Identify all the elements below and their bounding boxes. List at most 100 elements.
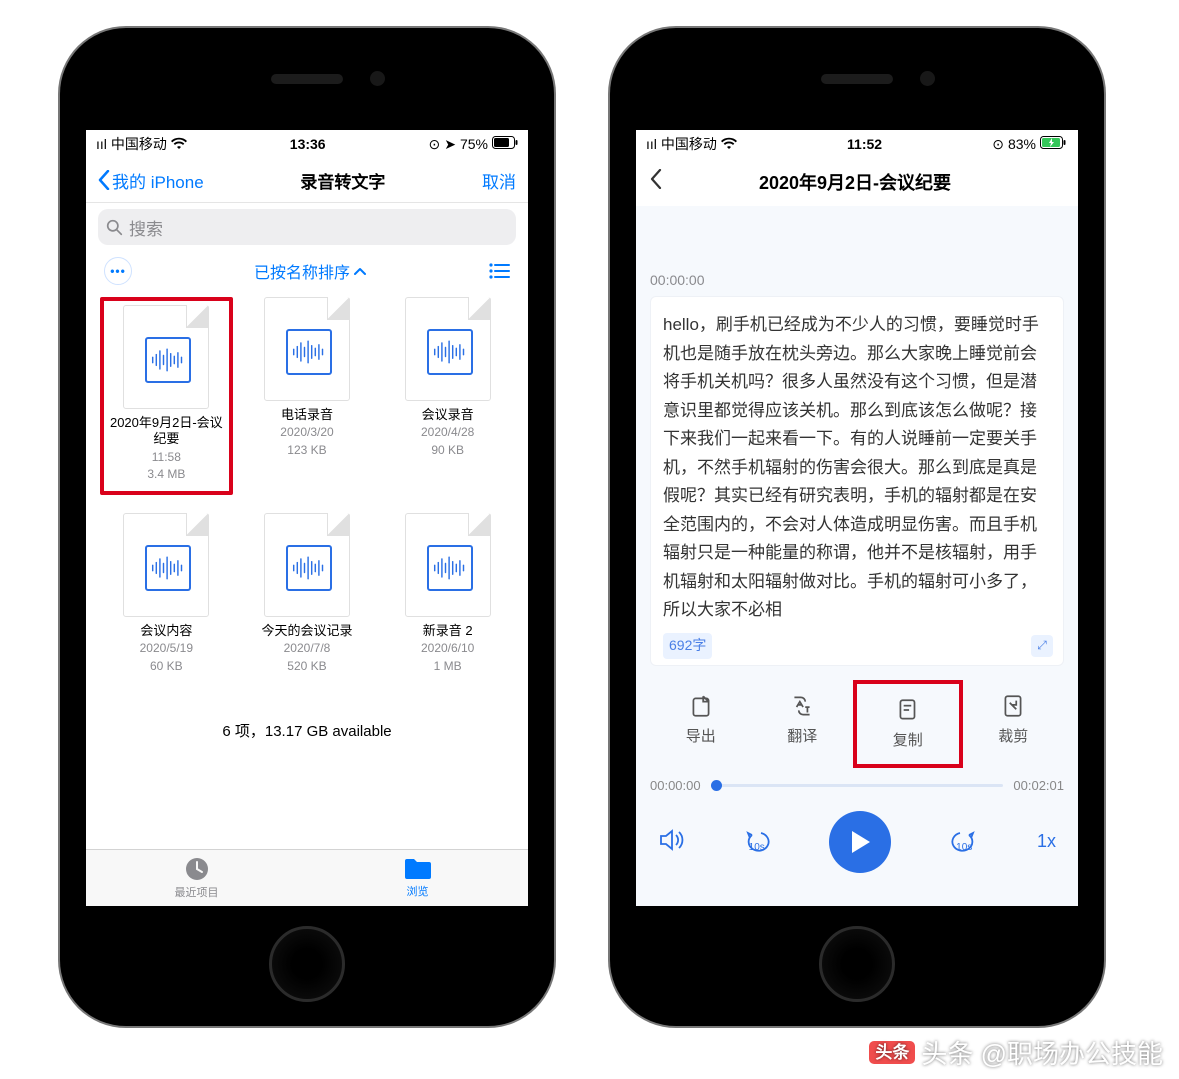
file-date: 2020/6/10 [421,641,474,657]
file-date: 2020/7/8 [284,641,331,657]
progress-slider[interactable] [711,784,1004,787]
storage-status: 6 项，13.17 GB available [86,720,528,741]
file-size: 90 KB [431,443,464,459]
tab-browse[interactable]: 浏览 [307,850,528,906]
copy-label: 复制 [893,729,923,750]
action-row: 导出 翻译 复制 裁剪 [650,680,1064,768]
home-button[interactable] [819,926,895,1002]
signal-icon: ııl [646,136,657,152]
speaker [271,74,343,84]
clock-icon [184,856,210,882]
file-size: 1 MB [434,659,462,675]
back-button[interactable] [650,169,662,195]
file-thumbnail [405,297,491,401]
battery-charging-icon [1040,136,1068,152]
translate-icon [789,693,815,719]
search-icon [106,219,123,236]
status-bar: ııl 中国移动 11:52 ⊙ 83% [636,130,1078,158]
tab-recent-label: 最近项目 [175,884,219,900]
file-date: 2020/3/20 [280,425,333,441]
translate-button[interactable]: 翻译 [752,680,854,760]
more-button[interactable]: ••• [104,257,132,285]
file-name: 今天的会议记录 [261,623,352,639]
file-grid: 2020年9月2日-会议纪要11:583.4 MB电话录音2020/3/2012… [86,297,528,674]
play-button[interactable] [829,811,891,873]
home-button[interactable] [269,926,345,1002]
alarm-icon: ⊙ [428,136,440,153]
crop-button[interactable]: 裁剪 [963,680,1065,760]
phone-left: ııl 中国移动 13:36 ⊙ ➤ 75% [60,28,554,1026]
sort-button[interactable]: 已按名称排序 [254,259,366,283]
clock: 13:36 [290,136,326,152]
status-bar: ııl 中国移动 13:36 ⊙ ➤ 75% [86,130,528,158]
tab-recent[interactable]: 最近项目 [86,850,307,906]
translate-label: 翻译 [787,725,817,746]
cancel-button[interactable]: 取消 [482,168,516,193]
file-item[interactable]: 电话录音2020/3/20123 KB [241,297,374,495]
phone-right: ııl 中国移动 11:52 ⊙ 83% [610,28,1104,1026]
export-icon [688,693,714,719]
search-placeholder: 搜索 [129,215,163,240]
transcript-text[interactable]: hello，刷手机已经成为不少人的习惯，要睡觉时手机也是随手放在枕头旁边。那么大… [650,296,1064,666]
file-name: 会议录音 [422,407,474,423]
audio-wave-icon [145,545,191,591]
file-size: 3.4 MB [147,467,185,483]
copy-button[interactable]: 复制 [853,680,963,768]
audio-wave-icon [286,545,332,591]
audio-wave-icon [286,329,332,375]
page-title: 录音转文字 [300,168,385,193]
wifi-icon [171,136,187,152]
clock: 11:52 [847,136,882,152]
progress-end: 00:02:01 [1013,778,1064,793]
battery-icon [492,136,518,152]
list-view-icon[interactable] [488,262,510,280]
file-item[interactable]: 新录音 2 2020/6/10 1 MB [381,513,514,674]
back-button[interactable]: 我的 iPhone [98,168,204,193]
file-thumbnail [123,305,209,409]
timestamp-label: 00:00:00 [650,272,1064,288]
signal-icon: ııl [96,136,107,152]
location-icon: ➤ [444,136,456,153]
audio-wave-icon [145,337,191,383]
nav-bar: 2020年9月2日-会议纪要 [636,158,1078,206]
carrier-label: 中国移动 [661,134,717,154]
file-thumbnail [123,513,209,617]
speed-button[interactable]: 1x [1037,831,1056,852]
watermark: 头条 头条 @职场办公技能 [869,1034,1163,1071]
audio-wave-icon [427,329,473,375]
play-icon [848,829,872,855]
volume-icon [658,828,684,852]
tab-browse-label: 浏览 [407,883,429,899]
file-item[interactable]: 今天的会议记录2020/7/8520 KB [241,513,374,674]
battery-label: 83% [1008,136,1036,152]
progress-row: 00:00:00 00:02:01 [650,778,1064,793]
chevron-up-icon [354,267,366,275]
folder-icon [403,857,433,881]
export-button[interactable]: 导出 [650,680,752,760]
export-label: 导出 [686,725,716,746]
file-item[interactable]: 会议内容2020/5/1960 KB [100,513,233,674]
file-item[interactable]: 会议录音 2020/4/28 90 KB [381,297,514,495]
watermark-text: 头条 @职场办公技能 [921,1034,1163,1071]
back-label: 我的 iPhone [112,168,204,193]
playback-controls: 10s 10s 1x [658,811,1056,873]
crop-label: 裁剪 [998,725,1028,746]
file-size: 60 KB [150,659,183,675]
file-item[interactable]: 2020年9月2日-会议纪要11:583.4 MB [100,297,233,495]
nav-bar: 我的 iPhone 录音转文字 取消 [86,158,528,203]
volume-button[interactable] [658,828,684,855]
file-name: 会议内容 [140,623,192,639]
file-name: 电话录音 [281,407,333,423]
crop-icon [1000,693,1026,719]
rewind-button[interactable]: 10s [743,830,771,853]
file-date: 2020/4/28 [421,425,474,441]
expand-button[interactable]: ⤢ [1031,635,1053,657]
search-input[interactable]: 搜索 [98,209,516,245]
file-date: 11:58 [152,450,181,466]
file-name: 新录音 2 [423,623,473,639]
progress-start: 00:00:00 [650,778,701,793]
forward-button[interactable]: 10s [950,830,978,853]
front-camera [920,71,935,86]
file-thumbnail [264,513,350,617]
sort-label-text: 已按名称排序 [254,259,350,283]
